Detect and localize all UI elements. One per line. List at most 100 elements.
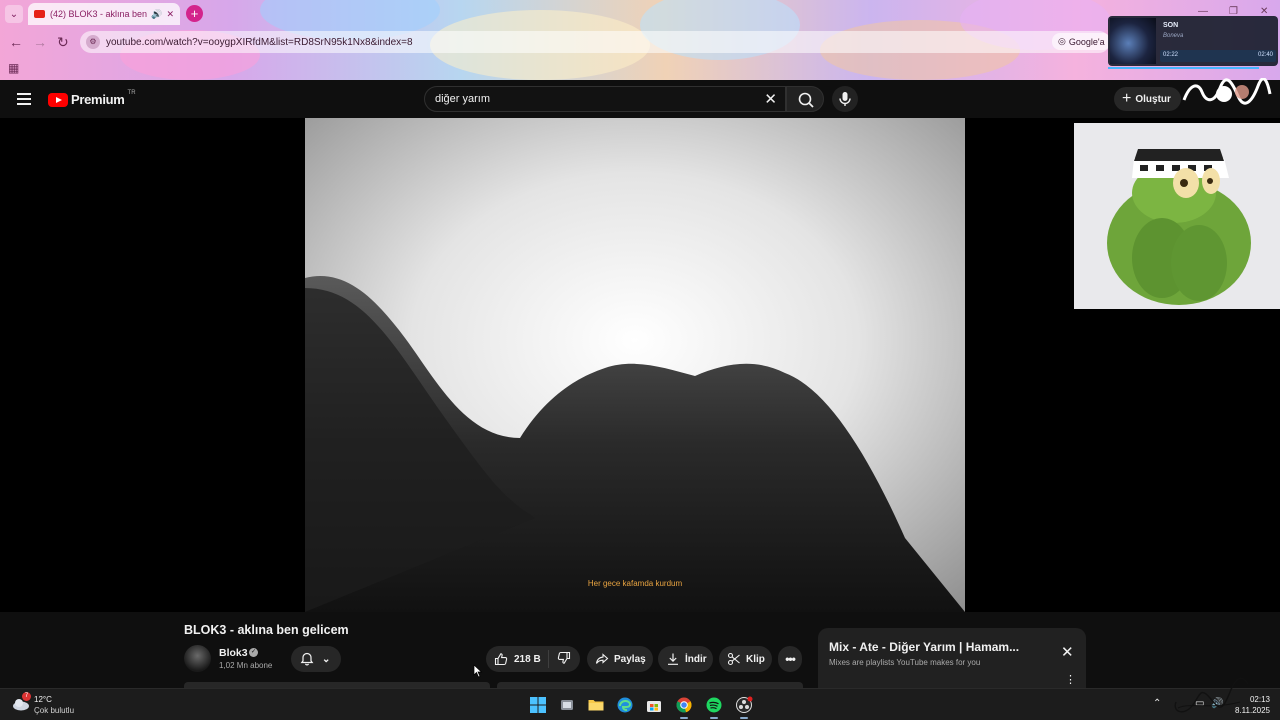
- channel-avatar[interactable]: [184, 645, 211, 672]
- spotify-icon: [706, 697, 722, 713]
- clip-button[interactable]: Klip: [719, 646, 772, 672]
- video-caption: Her gece kafamda kurdum: [587, 579, 683, 588]
- song-artist: Boneva: [1163, 33, 1184, 39]
- share-icon: [595, 653, 609, 664]
- site-info-icon[interactable]: ⚙: [86, 35, 100, 49]
- back-icon[interactable]: ←: [9, 34, 23, 50]
- music-widget: SON Boneva 02:22 02:40: [1108, 16, 1278, 66]
- download-button[interactable]: İndir: [658, 646, 713, 672]
- weather-badge: 7: [22, 692, 31, 701]
- share-button[interactable]: Paylaş: [587, 646, 653, 672]
- search-icon: [798, 92, 814, 108]
- store-icon: [647, 701, 661, 712]
- url-text: youtube.com/watch?v=ooygpXIRfdM&list=RD8…: [106, 36, 413, 48]
- country-code: TR: [127, 89, 136, 96]
- thumbs-down-icon: [557, 651, 571, 664]
- mix-subtitle: Mixes are playlists YouTube makes for yo…: [829, 658, 981, 667]
- chevron-up-icon[interactable]: ⌃: [1153, 698, 1161, 709]
- chrome-button[interactable]: [675, 696, 693, 719]
- address-row: ← → ↻ ⚙ youtube.com/watch?v=ooygpXIRfdM&…: [0, 30, 1280, 54]
- google-chip-label: Google'a: [1068, 36, 1105, 47]
- obs-button[interactable]: [735, 696, 753, 719]
- task-view-icon: [561, 700, 573, 710]
- download-icon: [668, 653, 678, 665]
- youtube-header: Premium TR diğer yarım ✕ + Oluştur: [0, 80, 1280, 118]
- lens-icon: ◎: [1058, 36, 1066, 46]
- song-title: SON: [1163, 22, 1179, 29]
- video-frame: [305, 118, 965, 612]
- weather-description: Çok bulutlu: [34, 706, 75, 715]
- like-button[interactable]: 218 B: [486, 650, 549, 668]
- create-button[interactable]: + Oluştur: [1114, 87, 1181, 111]
- channel-name[interactable]: Blok3: [219, 647, 248, 659]
- menu-icon[interactable]: [17, 93, 31, 105]
- mouse-cursor-icon: [473, 664, 483, 678]
- bell-icon: [300, 652, 314, 666]
- elapsed-time: 02:22: [1163, 52, 1179, 58]
- edge-button[interactable]: [616, 696, 634, 714]
- tab-youtube[interactable]: (42) BLOK3 - aklına ben gel 🔊 ✕: [28, 3, 180, 25]
- signature-overlay: [1174, 677, 1249, 713]
- close-icon[interactable]: ✕: [1061, 643, 1074, 661]
- search-input[interactable]: diğer yarım ✕: [424, 86, 786, 112]
- logo-text: Premium: [71, 92, 125, 107]
- obs-icon: [736, 696, 753, 713]
- google-lens-chip[interactable]: ◎ Google'a: [1052, 33, 1111, 50]
- webcam-overlay: [1074, 123, 1280, 309]
- address-bar[interactable]: ⚙ youtube.com/watch?v=ooygpXIRfdM&list=R…: [80, 31, 1110, 53]
- dislike-button[interactable]: [549, 651, 571, 668]
- chrome-icon: [676, 697, 692, 713]
- forward-icon[interactable]: →: [33, 34, 47, 50]
- tab-search-button[interactable]: ⌄: [5, 5, 23, 23]
- task-view-button[interactable]: [558, 696, 576, 714]
- search-button[interactable]: [786, 86, 824, 112]
- verified-icon: ✓: [249, 648, 258, 657]
- video-player[interactable]: Her gece kafamda kurdum: [305, 118, 965, 612]
- taskbar: 7 12°C Çok bulutlu ⌃ ▭ 🔊 02:13 8.11.2025: [0, 688, 1280, 720]
- file-explorer-button[interactable]: [587, 696, 605, 714]
- clear-search-icon[interactable]: ✕: [764, 90, 777, 108]
- chevron-down-icon: ⌄: [322, 653, 331, 665]
- notification-bell-button[interactable]: ⌄: [291, 646, 341, 672]
- voice-search-button[interactable]: [832, 86, 858, 112]
- mix-playlist-panel[interactable]: Mix - Ate - Diğer Yarım | Hamam... Mixes…: [818, 628, 1086, 690]
- mic-icon: [839, 92, 851, 106]
- create-label: Oluştur: [1135, 93, 1171, 105]
- video-title: BLOK3 - aklına ben gelicem: [184, 623, 349, 637]
- like-count: 218 B: [514, 653, 541, 665]
- search-value: diğer yarım: [435, 93, 491, 105]
- scissors-icon: [727, 652, 740, 666]
- spotify-button[interactable]: [705, 696, 723, 719]
- store-button[interactable]: [645, 696, 663, 714]
- more-vertical-icon[interactable]: ⋮: [1065, 673, 1076, 686]
- thumbs-up-icon: [494, 653, 508, 666]
- clip-label: Klip: [746, 653, 765, 665]
- youtube-play-icon: [48, 92, 68, 107]
- subscriber-count: 1,02 Mn abone: [219, 661, 273, 670]
- folder-icon: [588, 700, 604, 711]
- new-tab-button[interactable]: +: [186, 5, 203, 22]
- tab-close-icon[interactable]: ✕: [166, 9, 174, 20]
- weather-temperature: 12°C: [34, 695, 52, 704]
- tab-strip: ⌄ (42) BLOK3 - aklına ben gel 🔊 ✕ + — ❐ …: [0, 0, 1280, 28]
- like-dislike-group: 218 B: [486, 646, 580, 672]
- tab-title: (42) BLOK3 - aklına ben gel: [50, 9, 148, 19]
- edge-icon: [617, 697, 633, 713]
- apps-grid-icon[interactable]: ▦: [8, 61, 19, 75]
- duration-time: 02:40: [1258, 52, 1274, 58]
- audio-playing-icon[interactable]: 🔊: [151, 9, 162, 20]
- album-art: [1110, 18, 1156, 64]
- music-progress-line: [1108, 67, 1260, 69]
- plus-icon: +: [1122, 90, 1132, 107]
- more-actions-button[interactable]: •••: [778, 646, 802, 672]
- browser-chrome: ⌄ (42) BLOK3 - aklına ben gel 🔊 ✕ + — ❐ …: [0, 0, 1280, 80]
- reload-icon[interactable]: ↻: [57, 34, 69, 51]
- more-horizontal-icon: •••: [785, 652, 796, 666]
- youtube-favicon-icon: [34, 10, 45, 18]
- download-label: İndir: [685, 653, 707, 665]
- windows-icon: [530, 697, 546, 713]
- youtube-logo[interactable]: Premium TR: [48, 89, 136, 107]
- kermit-figure: [1074, 123, 1280, 309]
- mix-title: Mix - Ate - Diğer Yarım | Hamam...: [829, 640, 1020, 654]
- start-button[interactable]: [529, 696, 547, 714]
